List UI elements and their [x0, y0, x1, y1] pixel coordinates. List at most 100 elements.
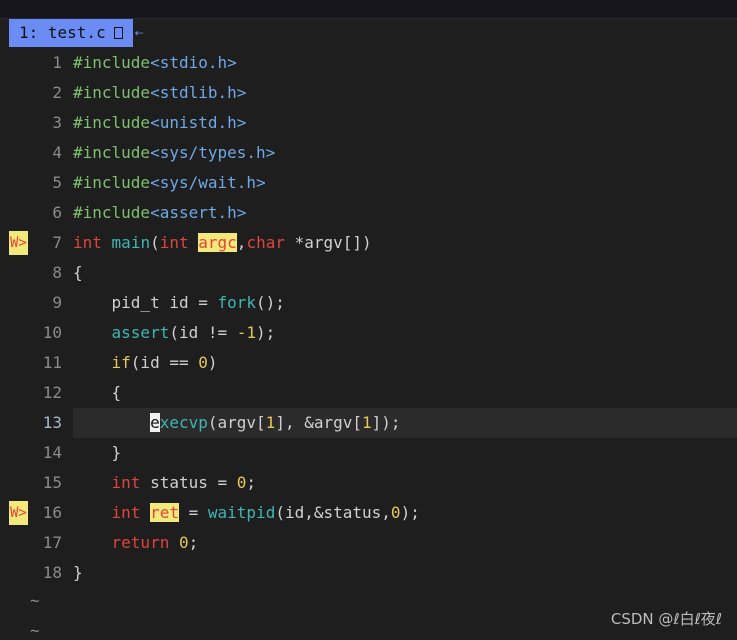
code-token: (); — [256, 293, 285, 312]
code-text[interactable]: pid_t id = fork(); — [73, 288, 737, 318]
code-token: } — [73, 443, 122, 462]
line-number: 4 — [52, 143, 62, 162]
tilde-marker: ~ — [30, 621, 40, 640]
code-token: ( — [150, 233, 160, 252]
code-line-15[interactable]: 15 int status = 0; — [0, 468, 737, 498]
code-token: ); — [256, 323, 276, 342]
warning-sign[interactable]: W> — [9, 501, 28, 525]
code-line-3[interactable]: 3 #include<unistd.h> — [0, 108, 737, 138]
code-line-4[interactable]: 4 #include<sys/types.h> — [0, 138, 737, 168]
code-token: (id == — [130, 353, 199, 372]
line-number: 15 — [42, 473, 62, 492]
line-number: 6 — [52, 203, 62, 222]
code-text[interactable]: assert(id != -1); — [73, 318, 737, 348]
code-text[interactable]: if(id == 0) — [73, 348, 737, 378]
code-text[interactable]: { — [73, 258, 737, 288]
code-token: if — [111, 353, 131, 372]
tab-test-c[interactable]: 1: test.c — [9, 19, 133, 47]
code-line-1[interactable]: 1 #include<stdio.h> — [0, 48, 737, 78]
code-token: 1 — [265, 413, 276, 432]
text-cursor: e — [150, 413, 160, 432]
code-token: #include — [73, 173, 151, 192]
code-text[interactable]: int main(int argc,char *argv[]) — [73, 228, 737, 258]
code-token: ], &argv[ — [275, 413, 363, 432]
code-line-14[interactable]: 14 } — [0, 438, 737, 468]
line-number: 11 — [42, 353, 62, 372]
code-text[interactable]: execvp(argv[1], &argv[1]); — [73, 408, 737, 438]
warning-sign[interactable]: W> — [9, 231, 28, 255]
code-line-11[interactable]: 11 if(id == 0) — [0, 348, 737, 378]
code-token: 1 — [362, 413, 372, 432]
line-number: 16 — [42, 503, 62, 522]
code-token: status = — [140, 473, 237, 492]
code-token: (id != — [169, 323, 237, 342]
tab-label: 1: test.c — [19, 23, 106, 42]
code-token: return — [111, 533, 170, 552]
code-line-17[interactable]: 17 return 0; — [0, 528, 737, 558]
code-token: } — [73, 563, 83, 582]
code-line-10[interactable]: 10 assert(id != -1); — [0, 318, 737, 348]
code-line-5[interactable]: 5 #include<sys/wait.h> — [0, 168, 737, 198]
code-token: { — [73, 263, 83, 282]
tab-arrow-icon[interactable]: ⇠ — [135, 19, 143, 47]
code-token: #include — [73, 53, 151, 72]
line-number: 1 — [52, 53, 62, 72]
code-token: #include — [73, 113, 151, 132]
code-text[interactable]: #include<unistd.h> — [73, 108, 737, 138]
code-token: char — [246, 233, 285, 252]
code-text[interactable]: return 0; — [73, 528, 737, 558]
code-token: ); — [400, 503, 420, 522]
code-line-9[interactable]: 9 pid_t id = fork(); — [0, 288, 737, 318]
code-text[interactable]: { — [73, 378, 737, 408]
line-number: 17 — [42, 533, 62, 552]
code-token: assert — [111, 323, 170, 342]
code-editor[interactable]: 1 #include<stdio.h> 2 #include<stdlib.h> 3 #i… — [0, 48, 737, 588]
code-line-7[interactable]: W> 7 int main(int argc,char *argv[]) — [0, 228, 737, 258]
code-text[interactable]: int ret = waitpid(id,&status,0); — [73, 498, 737, 528]
code-text[interactable]: #include<assert.h> — [73, 198, 737, 228]
code-token: int — [73, 233, 102, 252]
code-text[interactable]: #include<stdlib.h> — [73, 78, 737, 108]
line-number: 7 — [52, 233, 62, 252]
code-text[interactable]: #include<stdio.h> — [73, 48, 737, 78]
line-number: 10 — [42, 323, 62, 342]
code-token: #include — [73, 203, 151, 222]
code-token: 0 — [198, 353, 208, 372]
code-token: argc — [198, 233, 237, 252]
code-line-16[interactable]: W> 16 int ret = waitpid(id,&status,0); — [0, 498, 737, 528]
code-token: fork — [217, 293, 257, 312]
code-line-2[interactable]: 2 #include<stdlib.h> — [0, 78, 737, 108]
code-line-18[interactable]: 18} — [0, 558, 737, 588]
tab-close-icon[interactable] — [113, 27, 123, 39]
code-text[interactable]: } — [73, 558, 737, 588]
code-token: int — [111, 473, 141, 492]
line-number: 2 — [52, 83, 62, 102]
code-line-13[interactable]: 13 execvp(argv[1], &argv[1]); — [0, 408, 737, 438]
tilde-marker: ~ — [30, 591, 40, 610]
code-token: -1 — [236, 323, 257, 342]
code-text[interactable]: #include<sys/types.h> — [73, 138, 737, 168]
code-token: <stdio.h> — [150, 53, 237, 72]
line-number: 9 — [52, 293, 62, 312]
code-token: <sys/types.h> — [150, 143, 276, 162]
watermark: CSDN @ℓ白ℓ夜ℓ — [610, 610, 722, 628]
line-number: 18 — [42, 563, 62, 582]
code-token: pid_t id = — [73, 293, 218, 312]
code-token: #include — [73, 143, 151, 162]
code-token: xecvp — [159, 413, 208, 432]
vim-tabline: 1: test.c ⇠ — [9, 19, 143, 47]
code-line-8[interactable]: 8{ — [0, 258, 737, 288]
code-text[interactable]: } — [73, 438, 737, 468]
code-token: { — [73, 383, 122, 402]
code-text[interactable]: #include<sys/wait.h> — [73, 168, 737, 198]
code-token: 0 — [178, 533, 189, 552]
code-line-6[interactable]: 6 #include<assert.h> — [0, 198, 737, 228]
code-text[interactable]: int status = 0; — [73, 468, 737, 498]
code-token: ; — [188, 533, 199, 552]
line-number: 8 — [52, 263, 62, 282]
code-token: (id,&status, — [275, 503, 391, 522]
code-line-12[interactable]: 12 { — [0, 378, 737, 408]
